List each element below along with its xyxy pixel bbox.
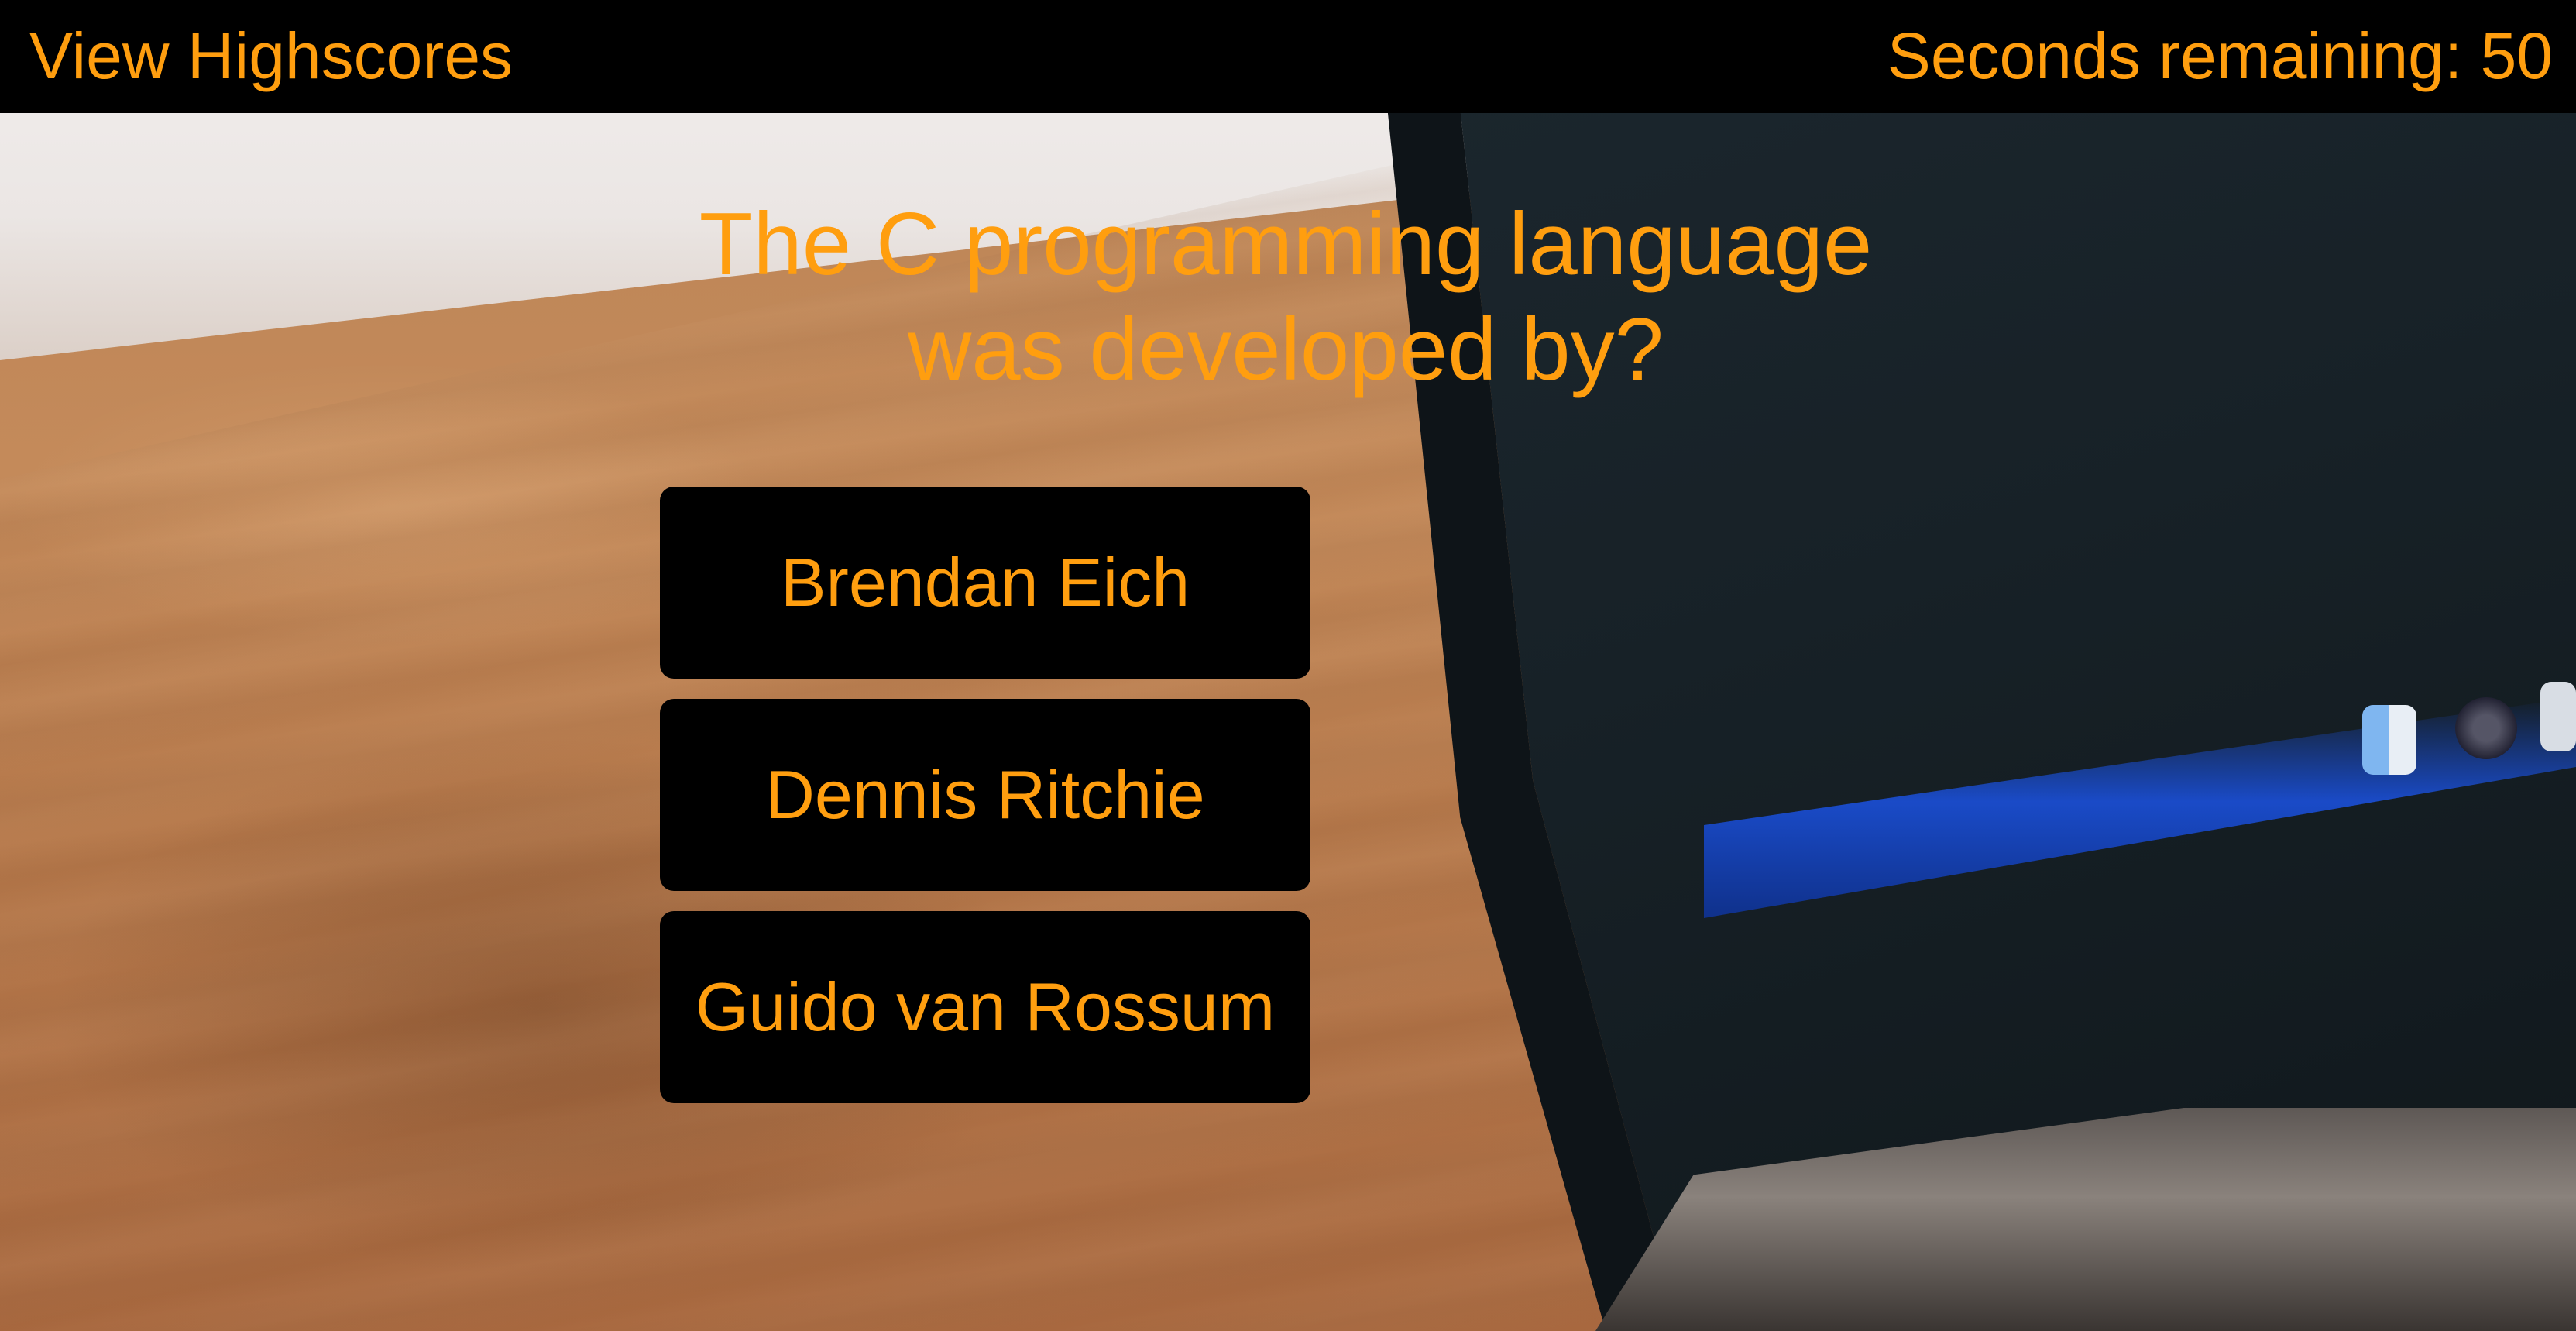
timer-label: Seconds remaining: <box>1887 19 2481 92</box>
dock-launchpad-icon <box>2455 697 2517 759</box>
timer-seconds: 50 <box>2480 19 2553 92</box>
question-text: The C programming language was developed… <box>511 192 2060 403</box>
answer-button-brendan-eich[interactable]: Brendan Eich <box>660 487 1310 679</box>
answer-list: Brendan Eich Dennis Ritchie Guido van Ro… <box>660 487 1310 1123</box>
view-highscores-link[interactable]: View Highscores <box>29 17 513 95</box>
answer-button-dennis-ritchie[interactable]: Dennis Ritchie <box>660 699 1310 891</box>
question-line-1: The C programming language <box>699 195 1873 294</box>
dock-finder-icon <box>2362 705 2416 775</box>
timer: Seconds remaining: 50 <box>1887 17 2553 95</box>
top-bar: View Highscores Seconds remaining: 50 <box>0 0 2576 113</box>
question-line-2: was developed by? <box>907 301 1664 399</box>
answer-button-guido-van-rossum[interactable]: Guido van Rossum <box>660 911 1310 1103</box>
dock-photo-icon <box>2540 682 2576 751</box>
